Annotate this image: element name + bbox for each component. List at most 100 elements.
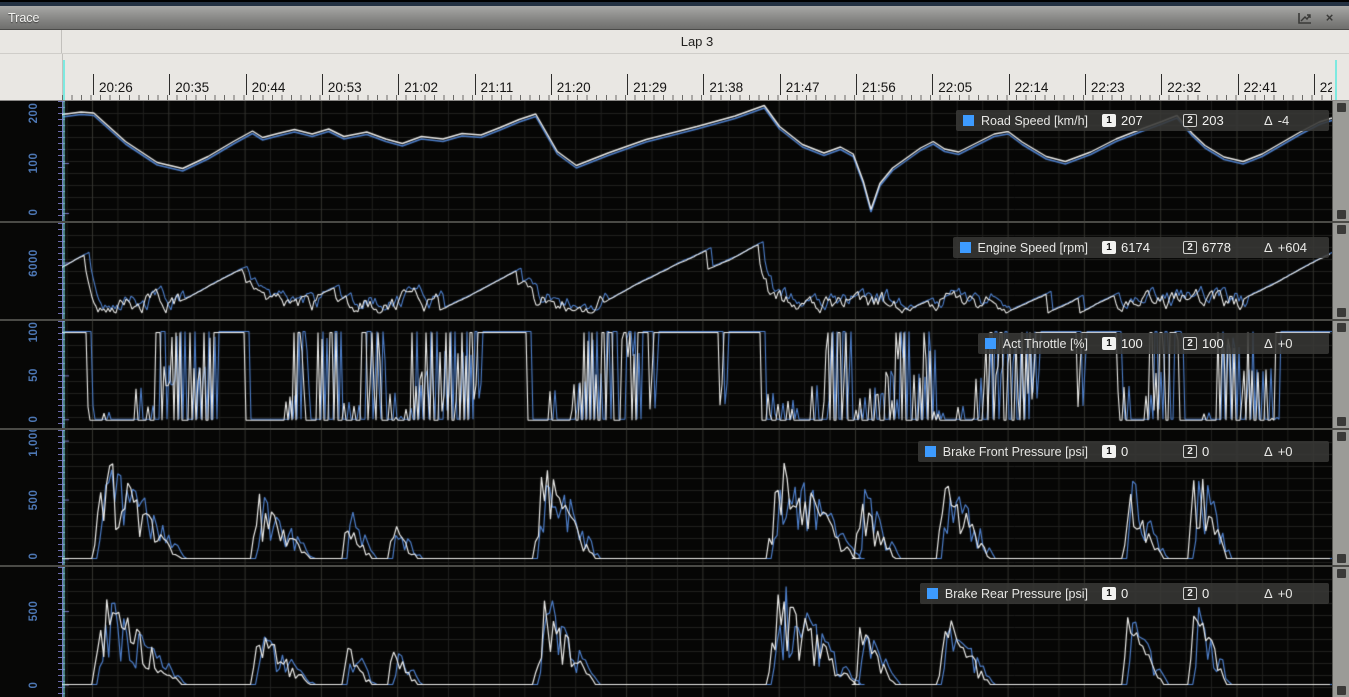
trace-window: Trace × Lap 3 20:2620:3520:4420:5321:022… [0, 0, 1349, 697]
cursor2-badge-icon: 2 [1183, 445, 1197, 458]
cursor1-value: 0 [1121, 586, 1171, 601]
cursor2-value: 6778 [1202, 240, 1252, 255]
delta-number: +604 [1278, 240, 1307, 255]
chart-pane-road-speed: 2001000Road Speed [km/h]12072203Δ-4 [0, 101, 1349, 221]
delta-number: +0 [1278, 336, 1293, 351]
delta-symbol: Δ [1264, 240, 1273, 255]
series-color-swatch [925, 446, 936, 457]
legend-act-throttle[interactable]: Act Throttle [%]11002100Δ+0 [978, 333, 1329, 354]
delta-symbol: Δ [1264, 113, 1273, 128]
delta-number: +0 [1278, 444, 1293, 459]
cursor-1-line[interactable] [63, 60, 65, 100]
time-ruler-scale[interactable]: 20:2620:3520:4420:5321:0221:1121:2021:29… [62, 54, 1332, 100]
legend-brake-front-pressure[interactable]: Brake Front Pressure [psi]1020Δ+0 [918, 441, 1329, 462]
series-color-swatch [927, 588, 938, 599]
delta-number: +0 [1278, 586, 1293, 601]
series-color-swatch [985, 338, 996, 349]
time-tick-label: 22:23 [1085, 74, 1125, 95]
cursor2-badge-icon: 2 [1183, 241, 1197, 254]
cursor1-badge-icon: 1 [1102, 445, 1116, 458]
time-tick-label: 20:53 [322, 74, 362, 95]
time-tick-label: 21:56 [856, 74, 896, 95]
scrollbar-button-top[interactable] [1337, 432, 1346, 441]
chart-panes: 2001000Road Speed [km/h]12072203Δ-46000E… [0, 101, 1349, 697]
cursor1-value: 6174 [1121, 240, 1171, 255]
cursor-2-line[interactable] [1335, 60, 1337, 100]
delta-symbol: Δ [1264, 586, 1273, 601]
lap-band-right-spacer [1332, 30, 1349, 53]
export-chart-icon[interactable] [1297, 11, 1312, 25]
time-tick-label: 21:38 [703, 74, 743, 95]
cursor1-badge-icon: 1 [1102, 587, 1116, 600]
delta-value: Δ +0 [1264, 336, 1320, 351]
axis-tick-label: 500 [28, 489, 40, 510]
time-ruler[interactable]: 20:2620:3520:4420:5321:0221:1121:2021:29… [0, 54, 1349, 101]
scrollbar-button-bottom[interactable] [1337, 210, 1346, 219]
lap-band-left-spacer [0, 30, 62, 53]
axis-gutter-engine-speed: 6000 [0, 223, 62, 319]
time-tick-label: 22:14 [1009, 74, 1049, 95]
delta-symbol: Δ [1264, 444, 1273, 459]
scrollbar-button-top[interactable] [1337, 569, 1346, 578]
scrollbar-button-bottom[interactable] [1337, 417, 1346, 426]
cursor1-value: 100 [1121, 336, 1171, 351]
time-tick-label: 20:44 [246, 74, 286, 95]
chart-pane-act-throttle: 100500Act Throttle [%]11002100Δ+0 [0, 321, 1349, 428]
axis-tick-label: 50 [28, 368, 40, 382]
time-tick-label: 20:35 [169, 74, 209, 95]
delta-value: Δ-4 [1264, 113, 1320, 128]
chart-pane-engine-speed: 6000 Engine Speed [rpm] 1 6174 2 6778 Δ +604 [0, 223, 1349, 319]
pane-scrollbar[interactable] [1332, 223, 1349, 319]
pane-scrollbar[interactable] [1332, 321, 1349, 428]
axis-gutter-road-speed: 2001000 [0, 101, 62, 221]
window-title: Trace [8, 11, 1297, 25]
cursor2-badge-icon: 2 [1183, 114, 1197, 127]
time-tick-label: 21:47 [780, 74, 820, 95]
axis-tick-label: 0 [28, 681, 40, 688]
cursor1-badge-icon: 1 [1102, 241, 1116, 254]
cursor1-value: 207 [1121, 113, 1171, 128]
axis-tick-label: 500 [28, 601, 40, 622]
legend-road-speed[interactable]: Road Speed [km/h]12072203Δ-4 [956, 110, 1329, 131]
scrollbar-button-top[interactable] [1337, 103, 1346, 112]
close-icon[interactable]: × [1322, 11, 1337, 25]
legend-engine-speed[interactable]: Engine Speed [rpm] 1 6174 2 6778 Δ +604 [953, 237, 1330, 258]
axis-gutter-brake-rear-pressure: 500 0 [0, 567, 62, 697]
delta-value: Δ +604 [1264, 240, 1320, 255]
scrollbar-button-bottom[interactable] [1337, 308, 1346, 317]
pane-scrollbar[interactable] [1332, 430, 1349, 565]
series-color-swatch [960, 242, 971, 253]
scrollbar-button-bottom[interactable] [1337, 686, 1346, 695]
legend-channel-name: Act Throttle [%] [1003, 337, 1088, 351]
legend-channel-name: Road Speed [km/h] [981, 114, 1088, 128]
scrollbar-button-top[interactable] [1337, 323, 1346, 332]
time-tick-label: 21:02 [398, 74, 438, 95]
chart-pane-brake-front-pressure: 1,0005000Brake Front Pressure [psi]1020Δ… [0, 430, 1349, 565]
cursor1-value: 0 [1121, 444, 1171, 459]
pane-scrollbar[interactable] [1332, 101, 1349, 221]
legend-channel-name: Brake Front Pressure [psi] [943, 445, 1088, 459]
axis-gutter-act-throttle: 100 50 0 [0, 321, 62, 428]
titlebar[interactable]: Trace × [0, 6, 1349, 30]
series-color-swatch [963, 115, 974, 126]
axis-tick-label: 0 [28, 416, 40, 423]
scrollbar-button-bottom[interactable] [1337, 554, 1346, 563]
scrollbar-button-top[interactable] [1337, 225, 1346, 234]
cursor2-value: 0 [1202, 586, 1252, 601]
axis-gutter-brake-front-pressure: 1,0005000 [0, 430, 62, 565]
time-tick-label: 22:32 [1161, 74, 1201, 95]
delta-symbol: Δ [1264, 336, 1273, 351]
axis-tick-label: 0 [28, 209, 40, 216]
delta-value: Δ +0 [1264, 586, 1320, 601]
time-tick-label: 21:29 [627, 74, 667, 95]
legend-brake-rear-pressure[interactable]: Brake Rear Pressure [psi]1020Δ+0 [920, 583, 1329, 604]
legend-channel-name: Brake Rear Pressure [psi] [945, 587, 1088, 601]
axis-tick-label: 0 [28, 553, 40, 560]
axis-tick-label: 100 [28, 321, 40, 342]
cursor1-badge-icon: 1 [1102, 114, 1116, 127]
cursor1-badge-icon: 1 [1102, 337, 1116, 350]
cursor2-value: 100 [1202, 336, 1252, 351]
legend-channel-name: Engine Speed [rpm] [978, 241, 1089, 255]
pane-scrollbar[interactable] [1332, 567, 1349, 697]
axis-tick-label: 6000 [28, 249, 40, 277]
